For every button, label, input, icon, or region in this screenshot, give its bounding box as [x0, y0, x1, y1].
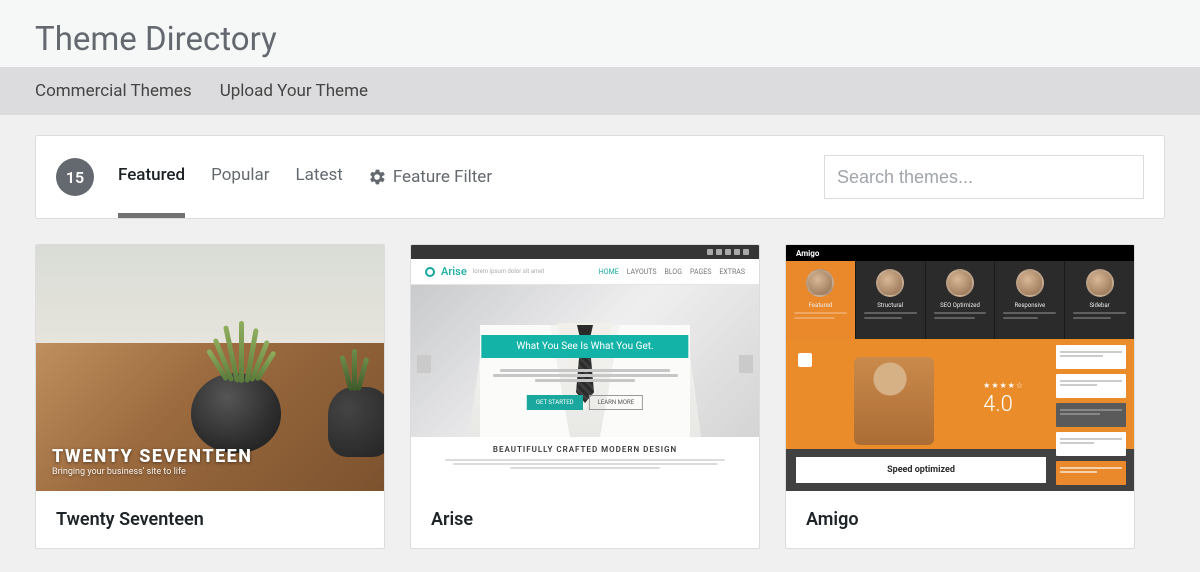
thumb-cta-primary: GET STARTED: [527, 395, 583, 410]
logo-icon: [425, 267, 435, 277]
thumb-headline: TWENTY SEVENTEEN: [52, 446, 252, 467]
thumb-tagline: Bringing your business' site to life: [52, 467, 252, 477]
thumb-bottom-heading: BEAUTIFULLY CRAFTED MODERN DESIGN: [423, 445, 747, 454]
feature-filter-label: Feature Filter: [393, 167, 492, 187]
theme-card-amigo[interactable]: Amigo Featured Structural SEO Optimized …: [785, 244, 1135, 549]
filter-bar: 15 Featured Popular Latest Feature Filte…: [35, 135, 1165, 219]
theme-name: Twenty Seventeen: [36, 491, 384, 548]
tab-latest[interactable]: Latest: [296, 151, 343, 203]
thumb-stars: ★★★★☆: [983, 381, 1024, 390]
search-input[interactable]: [824, 155, 1144, 199]
subnav-bar: Commercial Themes Upload Your Theme: [0, 67, 1200, 115]
upload-theme-link[interactable]: Upload Your Theme: [220, 81, 368, 101]
theme-thumbnail: Amigo Featured Structural SEO Optimized …: [786, 245, 1134, 491]
theme-grid: TWENTY SEVENTEEN Bringing your business'…: [35, 244, 1165, 549]
page-title: Theme Directory: [35, 20, 1165, 59]
theme-thumbnail: TWENTY SEVENTEEN Bringing your business'…: [36, 245, 384, 491]
thumb-bottom-card: Speed optimized: [887, 465, 955, 475]
theme-name: Amigo: [786, 491, 1134, 548]
theme-count-badge: 15: [56, 158, 94, 196]
feature-filter-button[interactable]: Feature Filter: [369, 167, 492, 187]
thumb-brand: Arise: [441, 265, 467, 278]
gear-icon: [369, 169, 385, 185]
thumb-hero-banner: What You See Is What You Get.: [481, 335, 688, 358]
theme-card-twenty-seventeen[interactable]: TWENTY SEVENTEEN Bringing your business'…: [35, 244, 385, 549]
page-header: Theme Directory: [0, 0, 1200, 67]
tab-featured[interactable]: Featured: [118, 151, 185, 203]
theme-thumbnail: Arise lorem ipsum dolor sit amet HOME LA…: [411, 245, 759, 491]
tab-popular[interactable]: Popular: [211, 151, 269, 203]
thumb-cta-secondary: LEARN MORE: [589, 395, 644, 410]
theme-card-arise[interactable]: Arise lorem ipsum dolor sit amet HOME LA…: [410, 244, 760, 549]
thumb-rating-score: 4.0: [983, 392, 1024, 417]
filter-tabs: Featured Popular Latest Feature Filter: [118, 151, 492, 203]
thumb-brand: Amigo: [796, 249, 819, 258]
theme-name: Arise: [411, 491, 759, 548]
commercial-themes-link[interactable]: Commercial Themes: [35, 81, 192, 101]
